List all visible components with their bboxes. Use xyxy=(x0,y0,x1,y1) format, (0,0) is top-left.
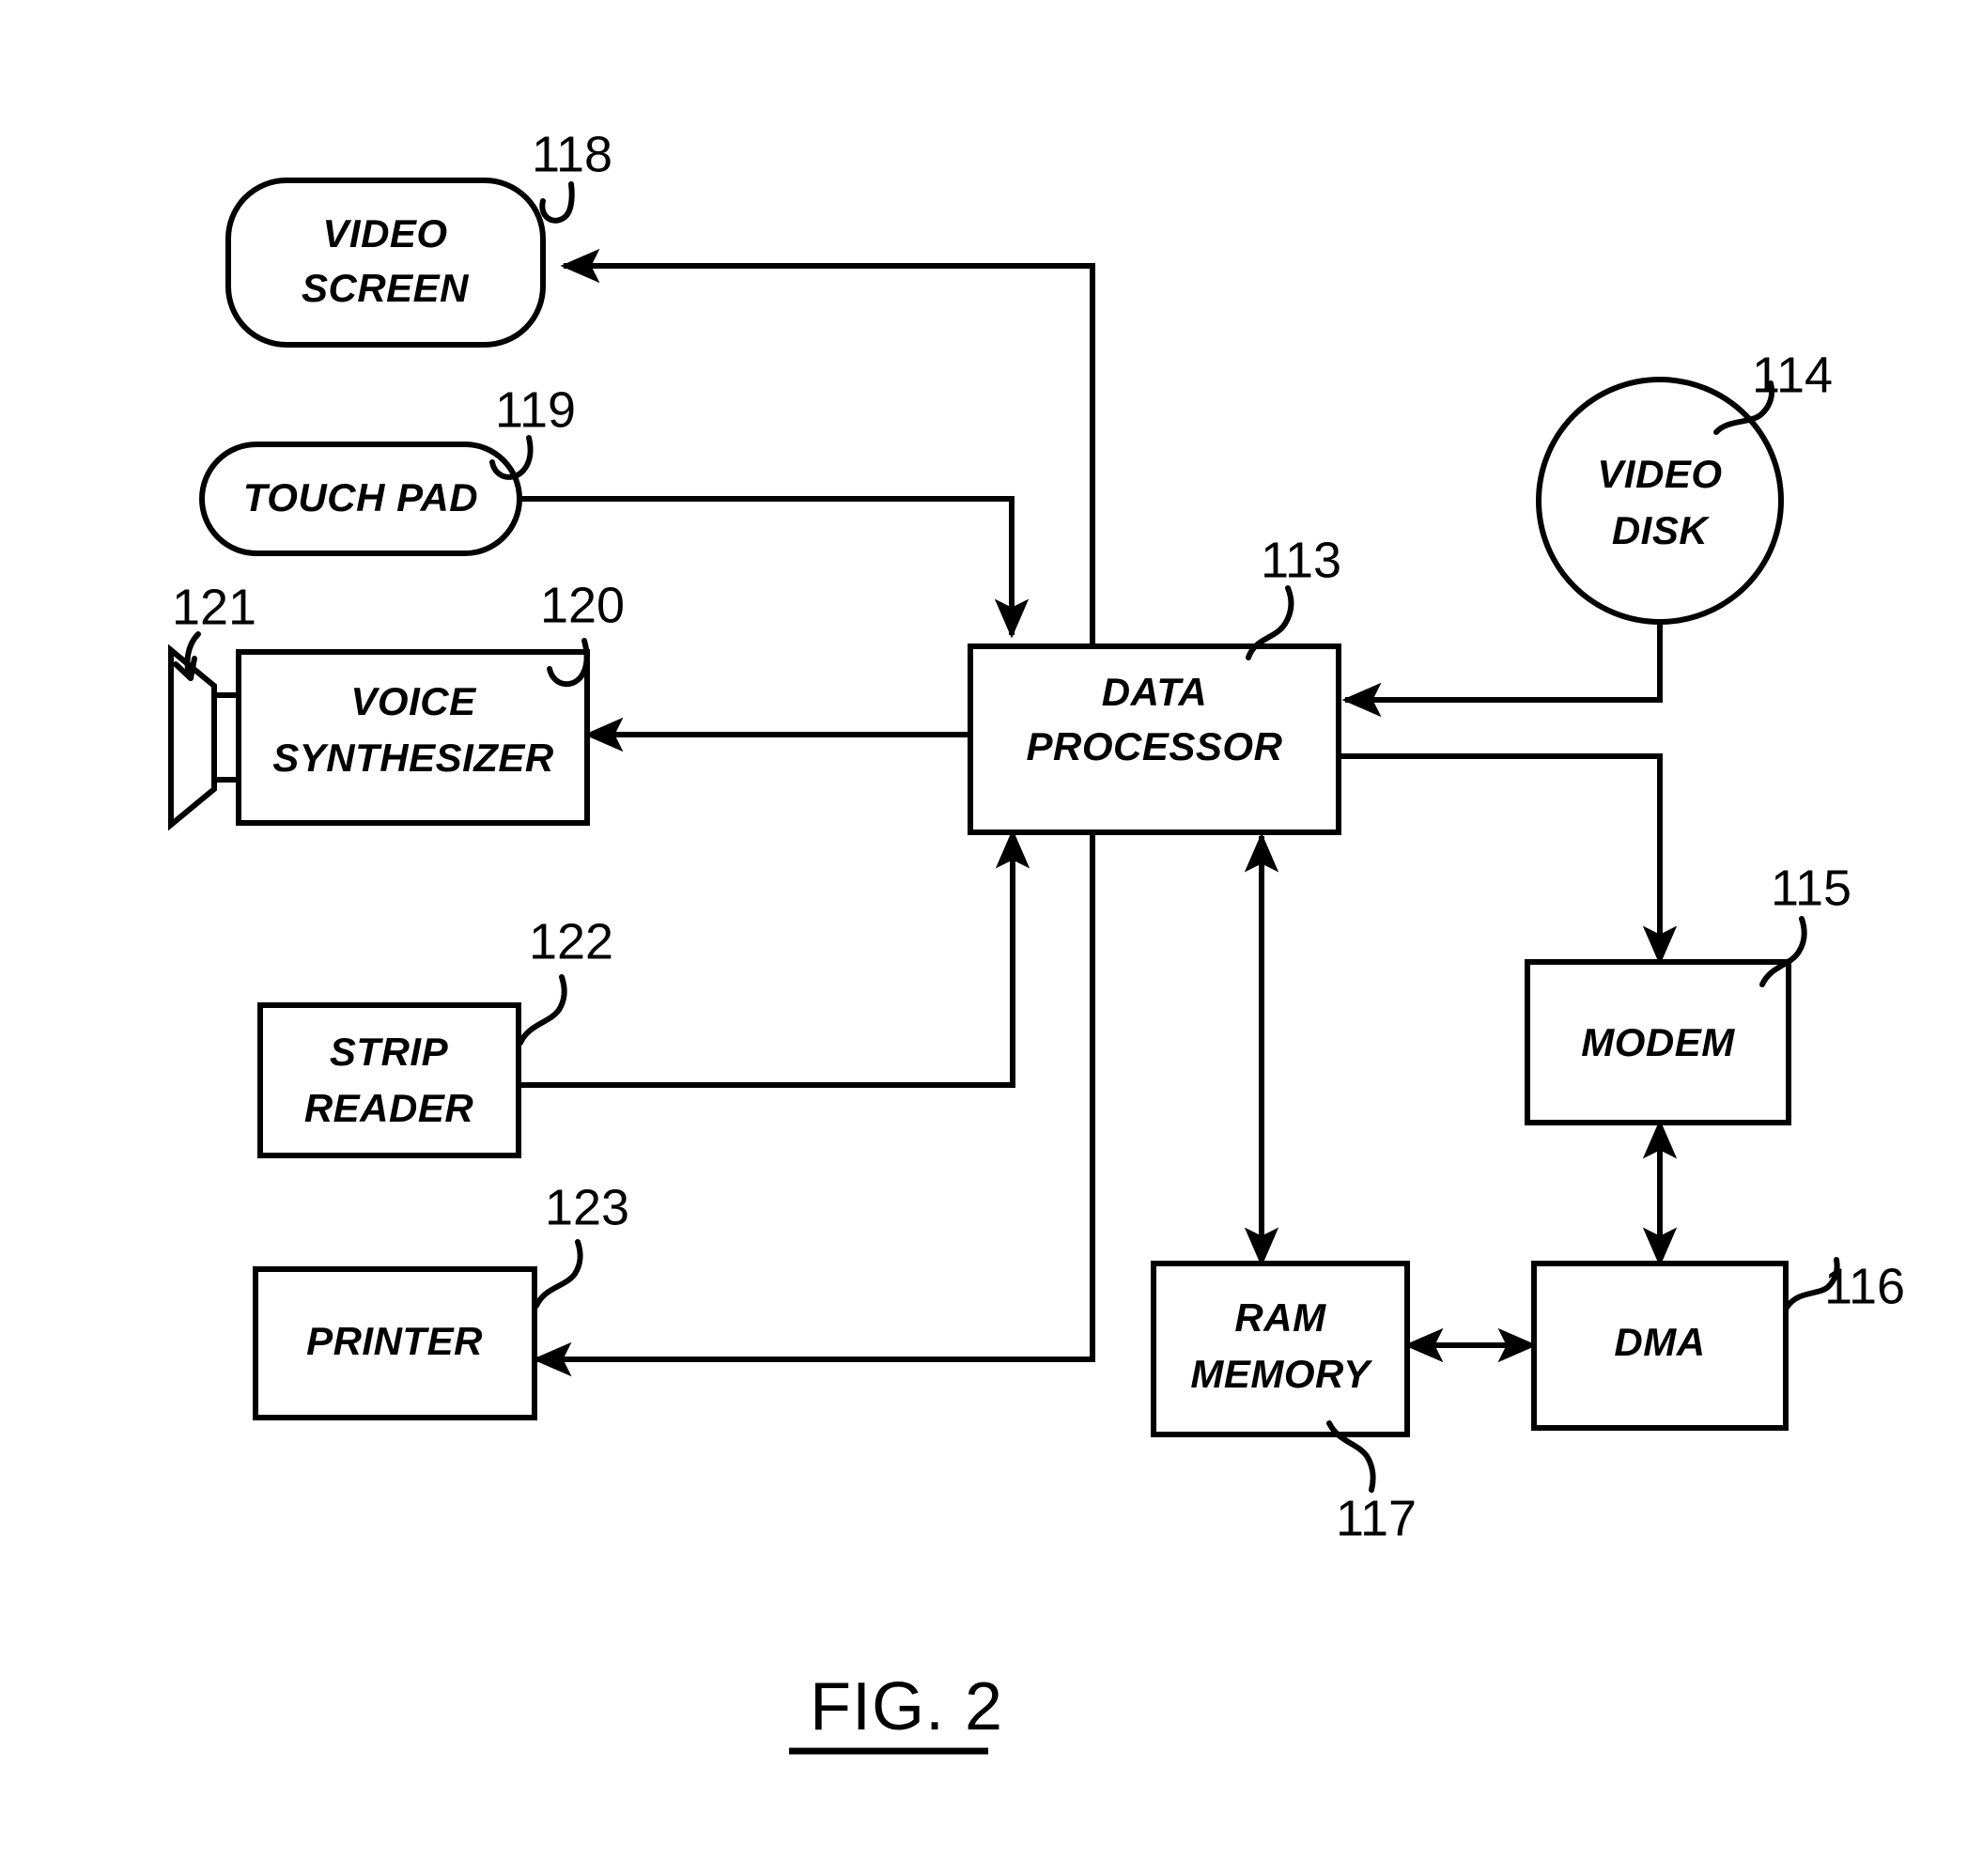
leader-line-123 xyxy=(534,1239,583,1309)
node-video-disk[interactable]: VIDEO DISK xyxy=(1536,377,1784,625)
strip-reader-label-line2: READER xyxy=(304,1086,474,1130)
ref-number-119: 119 xyxy=(495,381,576,438)
modem-label: MODEM xyxy=(1581,1020,1735,1064)
figure-canvas: VIDEO SCREEN 118 TOUCH PAD 119 121 VOICE… xyxy=(168,126,1905,1755)
connector-video-disk-to-dp xyxy=(1341,622,1663,718)
ref-number-115: 115 xyxy=(1771,860,1851,916)
patent-figure: VIDEO SCREEN 118 TOUCH PAD 119 121 VOICE… xyxy=(0,0,1983,1876)
figure-caption-group: FIG. 2 xyxy=(789,1669,1003,1755)
printer-label: PRINTER xyxy=(306,1319,483,1363)
node-dma[interactable]: DMA xyxy=(1531,1261,1789,1431)
ram-memory-label-line1: RAM xyxy=(1234,1295,1326,1340)
ref-number-123: 123 xyxy=(545,1179,629,1235)
data-processor-label-line2: PROCESSOR xyxy=(1027,724,1283,768)
ref-number-113: 113 xyxy=(1261,532,1341,588)
ref-number-120: 120 xyxy=(540,577,625,633)
node-ram-memory[interactable]: RAM MEMORY xyxy=(1151,1261,1410,1437)
node-modem[interactable]: MODEM xyxy=(1525,959,1791,1125)
ref-callout-123: 123 xyxy=(534,1179,629,1309)
voice-synthesizer-label-line1: VOICE xyxy=(350,679,477,723)
node-data-processor[interactable]: DATA PROCESSOR xyxy=(968,643,1341,835)
video-disk-shape xyxy=(1536,377,1784,625)
voice-synthesizer-label-line2: SYNTHESIZER xyxy=(272,736,554,780)
ref-callout-117: 117 xyxy=(1326,1420,1417,1546)
connector-dp-to-modem xyxy=(1339,753,1678,966)
ram-memory-label-line2: MEMORY xyxy=(1190,1352,1373,1396)
ref-callout-116: 116 xyxy=(1784,1257,1905,1314)
ref-callout-122: 122 xyxy=(518,913,613,1046)
ref-number-116: 116 xyxy=(1824,1258,1905,1314)
ref-callout-118: 118 xyxy=(532,126,612,224)
ref-number-114: 114 xyxy=(1752,347,1833,403)
video-disk-label-line2: DISK xyxy=(1612,508,1711,552)
ref-number-121: 121 xyxy=(172,579,256,635)
leader-line-122 xyxy=(518,974,567,1046)
ref-number-122: 122 xyxy=(529,913,613,969)
leader-line-118 xyxy=(539,181,575,224)
node-voice-synthesizer[interactable]: VOICE SYNTHESIZER xyxy=(236,649,590,826)
video-screen-label-line1: VIDEO xyxy=(322,211,447,256)
strip-reader-label-line1: STRIP xyxy=(330,1030,449,1074)
video-screen-label-line2: SCREEN xyxy=(302,266,470,310)
node-strip-reader[interactable]: STRIP READER xyxy=(257,1002,521,1158)
ram-memory-shape xyxy=(1151,1261,1410,1437)
video-disk-label-line1: VIDEO xyxy=(1597,452,1722,496)
video-screen-shape xyxy=(225,178,546,348)
ref-callout-113: 113 xyxy=(1246,532,1341,660)
ref-number-117: 117 xyxy=(1336,1490,1417,1546)
data-processor-label-line1: DATA xyxy=(1102,670,1207,714)
strip-reader-shape xyxy=(257,1002,521,1158)
dma-label: DMA xyxy=(1614,1320,1705,1364)
figure-caption: FIG. 2 xyxy=(810,1669,1003,1744)
connector-dp-to-printer xyxy=(532,827,1095,1377)
node-video-screen[interactable]: VIDEO SCREEN xyxy=(225,178,546,348)
touch-pad-label: TOUCH PAD xyxy=(243,475,478,519)
node-printer[interactable]: PRINTER xyxy=(253,1266,537,1420)
ref-number-118: 118 xyxy=(532,126,612,182)
node-touch-pad[interactable]: TOUCH PAD xyxy=(199,442,522,556)
